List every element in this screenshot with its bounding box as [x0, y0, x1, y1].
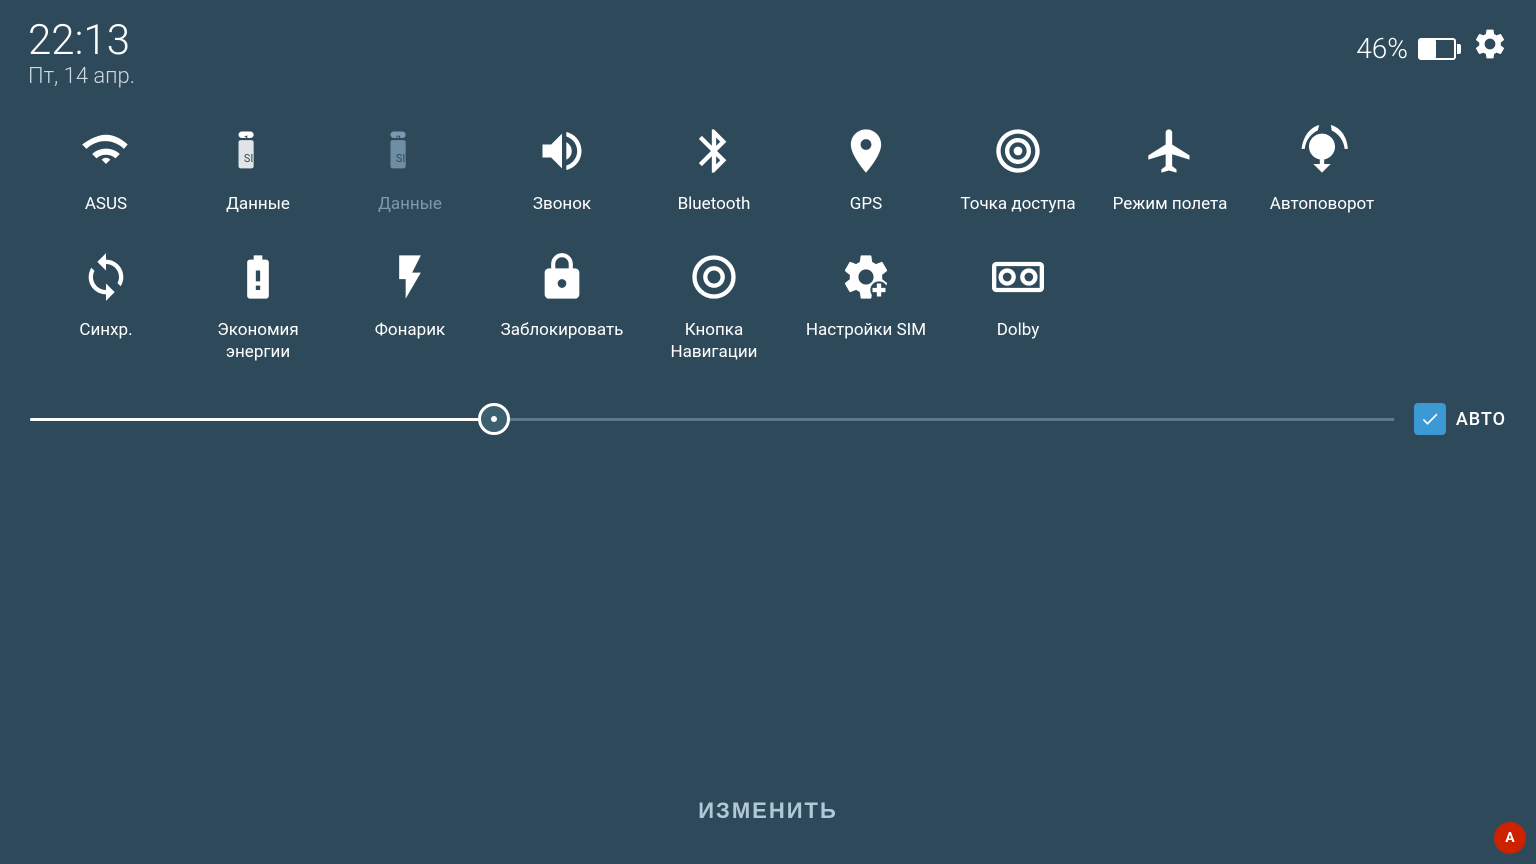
toggle-data1[interactable]: 1 SIM Данные	[182, 109, 334, 225]
toggle-nav-button[interactable]: Кнопка Навигации	[638, 235, 790, 373]
bluetooth-icon	[682, 119, 746, 183]
toggle-flashlight[interactable]: Фонарик	[334, 235, 486, 373]
toggle-gps[interactable]: GPS	[790, 109, 942, 225]
svg-text:SIM: SIM	[396, 152, 415, 165]
data2-label: Данные	[378, 193, 442, 215]
change-section: ИЗМЕНИТЬ	[0, 798, 1536, 824]
gps-label: GPS	[850, 193, 882, 215]
brightness-slider-thumb[interactable]	[478, 403, 510, 435]
airplane-label: Режим полета	[1113, 193, 1228, 215]
rotation-icon	[1290, 119, 1354, 183]
flashlight-icon	[378, 245, 442, 309]
toggle-rotation[interactable]: Автоповорот	[1246, 109, 1398, 225]
toggle-sim-settings[interactable]: Настройки SIM	[790, 235, 942, 373]
toggle-wifi[interactable]: ASUS	[30, 109, 182, 225]
clock: 22:13	[28, 18, 135, 64]
nav-button-icon	[682, 245, 746, 309]
toggle-sound[interactable]: Звонок	[486, 109, 638, 225]
battery-fill	[1420, 40, 1436, 58]
battery-save-icon	[226, 245, 290, 309]
lock-screen-label: Заблокировать	[501, 319, 624, 341]
lock-screen-icon	[530, 245, 594, 309]
data2-icon: 2 SIM	[378, 119, 442, 183]
slider-thumb-inner	[491, 416, 497, 422]
dolby-label: Dolby	[997, 319, 1039, 341]
asus-logo: A	[1494, 822, 1526, 854]
change-button[interactable]: ИЗМЕНИТЬ	[698, 798, 838, 824]
toggles-row-2: Синхр. Экономия энергии Фонарик Заблокир…	[30, 235, 1506, 373]
wifi-label: ASUS	[85, 193, 127, 215]
airplane-icon	[1138, 119, 1202, 183]
toggle-data2[interactable]: 2 SIM Данные	[334, 109, 486, 225]
toggle-sync[interactable]: Синхр.	[30, 235, 182, 373]
settings-icon[interactable]	[1472, 26, 1508, 71]
toggle-bluetooth[interactable]: Bluetooth	[638, 109, 790, 225]
sim-settings-label: Настройки SIM	[806, 319, 926, 341]
battery-info: 46%	[1356, 32, 1456, 65]
sync-label: Синхр.	[79, 319, 132, 341]
slider-inactive-track	[494, 418, 1394, 421]
toggle-dolby[interactable]: Dolby	[942, 235, 1094, 373]
toggles-section: ASUS 1 SIM Данные 2 SIM	[0, 99, 1536, 373]
toggle-airplane[interactable]: Режим полета	[1094, 109, 1246, 225]
header: 22:13 Пт, 14 апр. 46%	[0, 0, 1536, 99]
bluetooth-label: Bluetooth	[678, 193, 751, 215]
dolby-icon	[986, 245, 1050, 309]
sync-icon	[74, 245, 138, 309]
toggle-battery-save[interactable]: Экономия энергии	[182, 235, 334, 373]
hotspot-label: Точка доступа	[960, 193, 1075, 215]
flashlight-label: Фонарик	[375, 319, 445, 341]
data1-icon: 1 SIM	[226, 119, 290, 183]
nav-button-label: Кнопка Навигации	[643, 319, 785, 363]
gps-icon	[834, 119, 898, 183]
battery-icon	[1418, 38, 1456, 60]
rotation-label: Автоповорот	[1270, 193, 1374, 215]
hotspot-icon	[986, 119, 1050, 183]
brightness-slider-track[interactable]	[30, 418, 1394, 421]
wifi-icon	[74, 119, 138, 183]
toggles-row-1: ASUS 1 SIM Данные 2 SIM	[30, 109, 1506, 225]
sound-icon	[530, 119, 594, 183]
auto-brightness-toggle[interactable]: АВТО	[1414, 403, 1506, 435]
auto-brightness-checkbox[interactable]	[1414, 403, 1446, 435]
data1-label: Данные	[226, 193, 290, 215]
auto-brightness-label: АВТО	[1456, 409, 1506, 430]
header-right: 46%	[1356, 26, 1508, 71]
sound-label: Звонок	[533, 193, 591, 215]
toggle-hotspot[interactable]: Точка доступа	[942, 109, 1094, 225]
time-block: 22:13 Пт, 14 апр.	[28, 18, 135, 89]
date: Пт, 14 апр.	[28, 64, 135, 89]
battery-percent: 46%	[1356, 32, 1408, 65]
sim-settings-icon	[834, 245, 898, 309]
toggle-lock-screen[interactable]: Заблокировать	[486, 235, 638, 373]
brightness-section: АВТО	[0, 383, 1536, 435]
battery-save-label: Экономия энергии	[187, 319, 329, 363]
svg-text:SIM: SIM	[244, 152, 263, 165]
